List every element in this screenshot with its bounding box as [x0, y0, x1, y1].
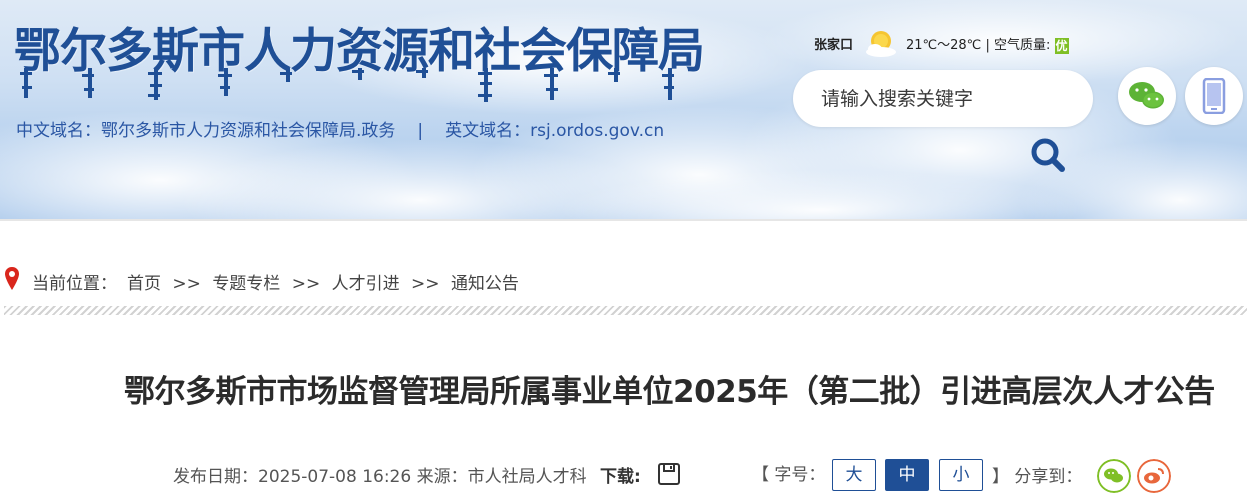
english-domain[interactable]: 英文域名：rsj.ordos.gov.cn: [445, 121, 664, 141]
download-label: 下载:: [600, 467, 641, 487]
weather-divider: |: [985, 38, 990, 53]
header-banner: 鄂尔多斯市人力资源和社会保障局 中文域名：鄂尔多斯市人力资源和社会保障局.政务 |…: [0, 0, 1247, 221]
air-quality-badge: 优: [1054, 37, 1069, 54]
domain-info: 中文域名：鄂尔多斯市人力资源和社会保障局.政务 | 英文域名：rsj.ordos.g…: [16, 116, 664, 141]
font-size-large-button[interactable]: 大: [832, 459, 876, 491]
weather-widget: 张家口 21℃～28℃ | 空气质量: 优: [814, 31, 1069, 57]
article-meta: 发布日期：2025-07-08 16:26 来源：市人社局人才科 下载:: [173, 462, 641, 487]
wechat-share-icon[interactable]: [1097, 459, 1131, 493]
banner-divider: [0, 219, 1247, 221]
search-input[interactable]: [821, 84, 1071, 114]
breadcrumb-separator: >>: [172, 274, 201, 294]
hatched-divider: [4, 306, 1247, 315]
weather-temperature: 21℃～28℃: [906, 38, 982, 53]
font-size-medium-button[interactable]: 中: [885, 459, 929, 491]
breadcrumb-separator: >>: [411, 274, 440, 294]
weibo-share-icon[interactable]: [1137, 459, 1171, 493]
air-quality-label: 空气质量:: [993, 38, 1051, 53]
breadcrumb-separator: >>: [291, 274, 321, 294]
location-pin-icon: [5, 267, 19, 290]
wechat-button[interactable]: [1118, 67, 1176, 125]
mobile-icon: [1202, 78, 1226, 114]
share-label: 】 分享到：: [992, 462, 1082, 487]
search-box: [793, 70, 1093, 127]
font-size-label: 【 字号：: [752, 465, 826, 485]
font-size-close-bracket: 】: [992, 467, 1009, 487]
article-source: 来源：市人社局人才科: [416, 467, 587, 487]
sun-cloud-icon: [866, 31, 896, 57]
wechat-icon: [1129, 82, 1164, 109]
weather-city: 张家口: [814, 38, 854, 53]
breadcrumb-home[interactable]: 首页: [127, 274, 161, 294]
mongolian-script-logo: [20, 68, 674, 102]
chinese-domain[interactable]: 中文域名：鄂尔多斯市人力资源和社会保障局.政务: [16, 121, 395, 141]
breadcrumb-label: 当前位置：: [32, 274, 117, 294]
breadcrumb-notices[interactable]: 通知公告: [451, 274, 519, 294]
article-title: 鄂尔多斯市市场监督管理局所属事业单位2025年（第二批）引进高层次人才公告: [124, 374, 1215, 410]
publish-date: 发布日期：2025-07-08 16:26: [173, 467, 412, 487]
domain-separator: |: [417, 121, 424, 141]
share-to-label: 分享到：: [1014, 467, 1083, 487]
breadcrumb-topics[interactable]: 专题专栏: [212, 274, 280, 294]
search-icon[interactable]: [1028, 135, 1068, 175]
mobile-button[interactable]: [1185, 67, 1243, 125]
breadcrumb-talent[interactable]: 人才引进: [332, 274, 400, 294]
save-icon[interactable]: [657, 462, 681, 486]
font-size-small-button[interactable]: 小: [939, 459, 983, 491]
